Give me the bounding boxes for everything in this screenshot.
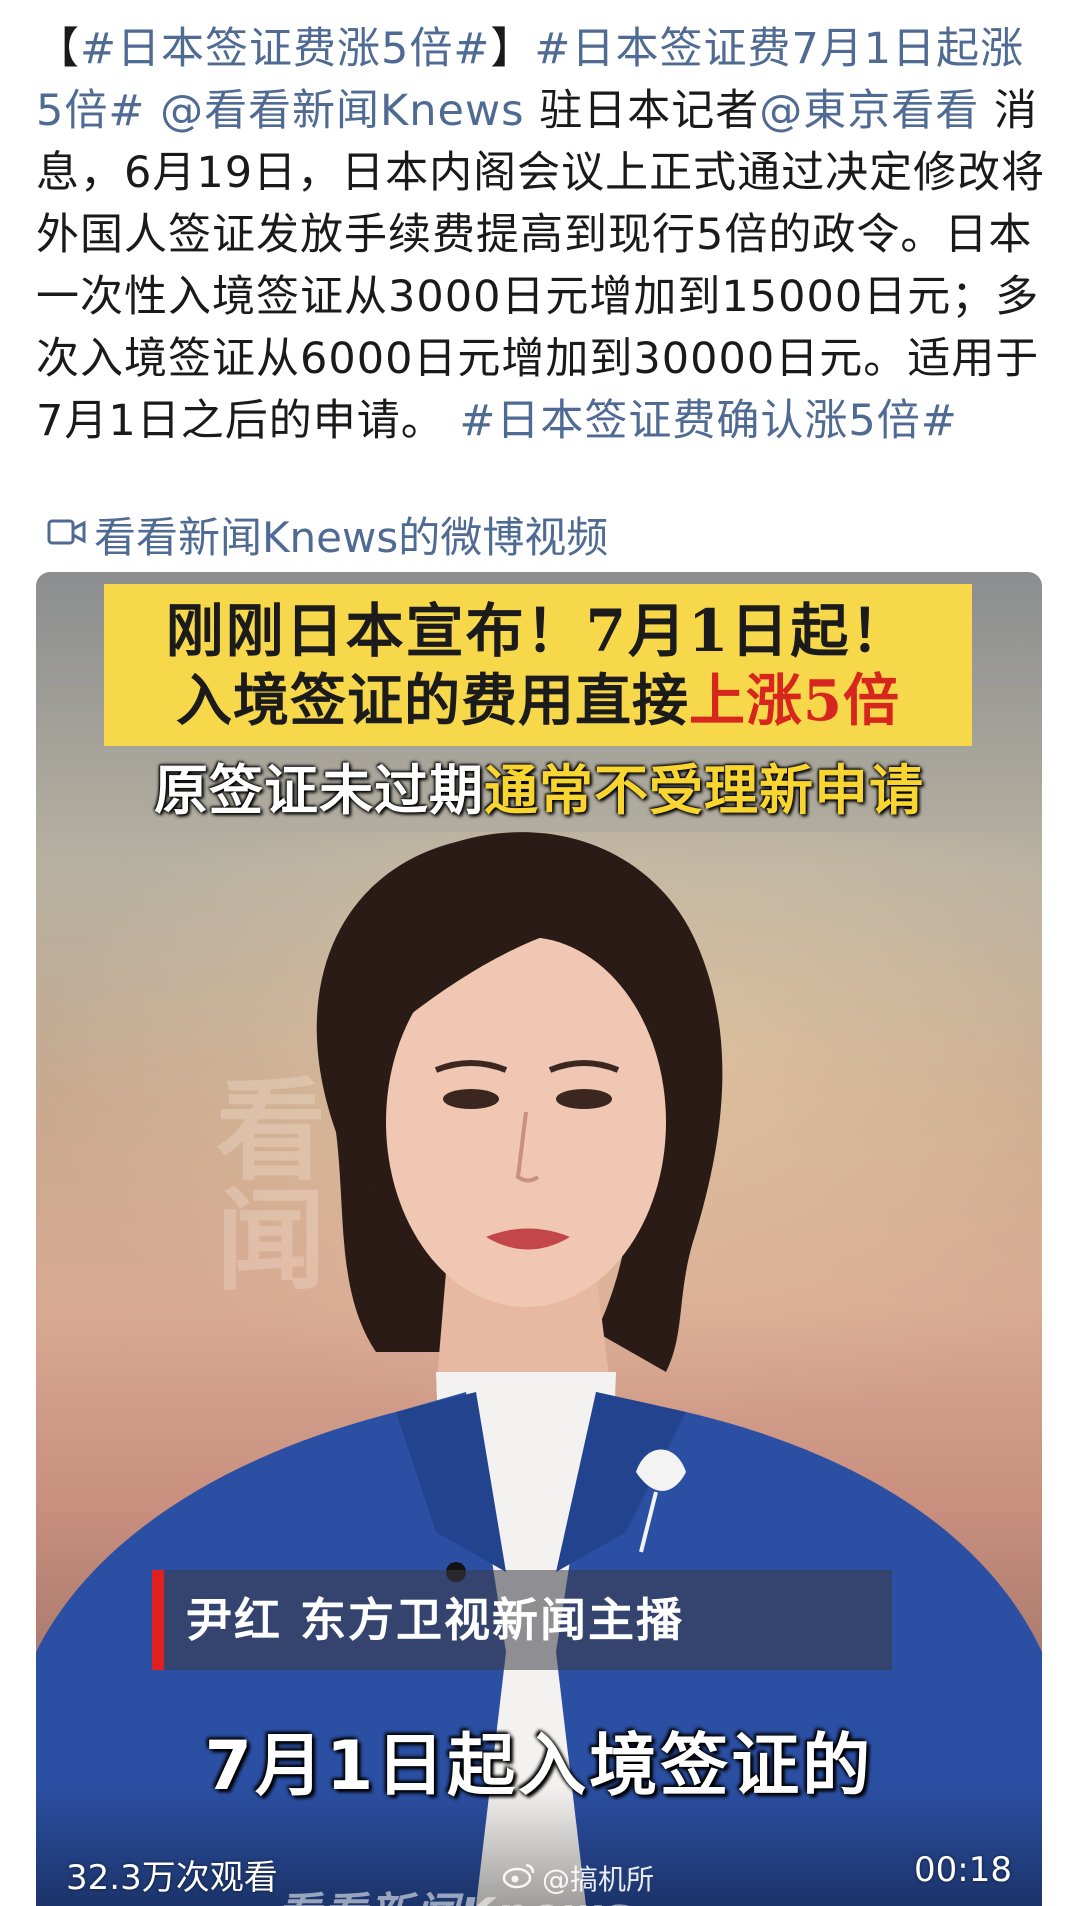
subline: 原签证未过期通常不受理新申请 (36, 752, 1042, 828)
headline-line2-highlight: 上涨5倍 (689, 668, 900, 734)
post-body-text: 】 (490, 24, 535, 74)
hashtag-link[interactable]: #日本签证费确认涨5倍# (459, 396, 957, 446)
view-count: 32.3万次观看 (66, 1858, 278, 1898)
hashtag-link[interactable]: #日本签证费涨5倍# (80, 24, 490, 74)
headline-line2: 入境签证的费用直接上涨5倍 (104, 666, 972, 736)
post-body-text: 【 (36, 24, 80, 74)
weibo-watermark: @搞机所 (502, 1858, 654, 1898)
watermark-text: @搞机所 (542, 1863, 655, 1896)
video-link-label[interactable]: 看看新闻Knews的微博视频 (94, 504, 608, 565)
post-text: 【#日本签证费涨5倍#】#日本签证费7月1日起涨5倍# @看看新闻Knews 驻… (36, 18, 1046, 452)
subline-highlight: 通常不受理新申请 (484, 758, 924, 822)
post-body-text: 驻日本记者 (524, 86, 760, 136)
video-camera-icon (46, 510, 88, 559)
post-body-text: 消息，6月19日，日本内阁会议上正式通过决定修改将外国人签证发放手续费提高到现行… (36, 86, 1046, 446)
video-link[interactable]: 看看新闻Knews的微博视频 (46, 506, 608, 562)
lower-third-accent (152, 1570, 164, 1670)
subline-prefix: 原签证未过期 (154, 758, 484, 822)
headline-line2-prefix: 入境签证的费用直接 (176, 668, 690, 734)
headline-line1: 刚刚日本宣布！7月1日起！ (165, 597, 911, 665)
headline-banner: 刚刚日本宣布！7月1日起！ 入境签证的费用直接上涨5倍 (104, 584, 972, 746)
anchor-name: 尹红 东方卫视新闻主播 (186, 1593, 685, 1647)
video-duration: 00:18 (914, 1850, 1012, 1890)
video-player[interactable]: 看闻 刚刚日本宣布！7月1日起！ 入境签证的费用直接上涨5倍 原签证未过期通常不… (36, 572, 1042, 1906)
mention-link[interactable]: @東京看看 (759, 86, 979, 136)
post-body-text (145, 86, 160, 136)
mention-link[interactable]: @看看新闻Knews (160, 86, 524, 136)
weibo-logo-icon (502, 1861, 536, 1896)
